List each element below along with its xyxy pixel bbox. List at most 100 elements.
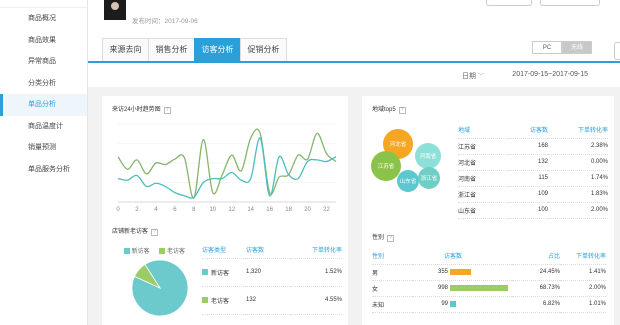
help-icon[interactable]: ? [151,229,159,236]
sidebar-item-sales-forecast[interactable]: 销量预测 [0,137,87,159]
product-thumbnail[interactable] [104,0,126,20]
side-drawer-handle[interactable] [614,42,620,60]
count-text: 998 [437,285,448,292]
region-bubble-chart: 河北省 河南省 江苏省 山东省 浙江省 [371,129,441,192]
trend-panel: 来访24小时趋势图? 0 2 4 6 8 10 12 14 16 18 20 22 [102,96,348,222]
x-tick-label: 18 [285,207,292,213]
sidebar: 商品概况 商品效果 异常商品 分类分析 单品分析 商品温度计 销量预测 单品服务… [0,0,88,325]
tab-promotion[interactable]: 促销分析 [240,38,287,62]
cell-count: 1,320 [246,269,262,275]
cell-rate: 1.52% [324,269,342,275]
cell-visitors: 168 [537,143,548,149]
sidebar-top-divider [0,0,87,8]
x-tick-label: 14 [247,207,254,213]
visitor-type-table: 访客类型 访客数 下单转化率 新访客 1,320 1.52% 老访客 132 4… [202,242,342,315]
bubble-label: 江苏省 [378,162,395,170]
tab-source[interactable]: 来源去向 [102,38,149,62]
gender-title: 性别? [372,232,395,242]
help-icon[interactable]: ? [387,235,395,242]
sidebar-item-effect[interactable]: 商品效果 [0,30,87,52]
cell-region: 河北省 [458,160,477,167]
table-row: 新访客 1,320 1.52% [202,258,342,286]
main-content: 发布时间：2017-09-06 来源去向 销售分析 访客分析 促销分析 PC 无… [88,0,620,325]
gender-bar [450,300,456,307]
sidebar-item-category[interactable]: 分类分析 [0,73,87,95]
region-title-text: 地域top5 [372,107,396,113]
x-tick-label: 10 [209,207,216,213]
count-text: 355 [437,269,448,276]
tab-sales[interactable]: 销售分析 [148,38,195,62]
trend-series-line-1 [117,128,337,199]
region-panel: 地域top5? 河北省 河南省 江苏省 山东省 浙江省 地域 访客数 下单转化率… [362,96,614,222]
help-icon[interactable]: ? [398,107,406,114]
tab-visitors[interactable]: 访客分析 [194,38,241,62]
col-region: 地域 [458,128,471,135]
x-tick-label: 16 [266,207,273,213]
trend-chart: 0 2 4 6 8 10 12 14 16 18 20 22 [116,123,337,213]
cell-count: 99 [412,296,512,312]
x-tick-label: 12 [228,207,235,213]
table-row: 男 355 24.45% 1.41% [372,264,606,280]
cell-visitors: 109 [537,191,548,197]
cell-visitors: 132 [537,159,548,165]
col-count: 访客数 [246,248,265,255]
cell-rate: 4.55% [324,297,342,303]
cell-visitors: 100 [537,207,548,213]
legend-old: 老访客 [167,249,186,255]
cell-rate: 1.74% [590,175,608,181]
analysis-tabs: 来源去向 销售分析 访客分析 促销分析 [102,38,287,62]
region-title: 地域top5? [372,104,406,114]
sidebar-item-single-product[interactable]: 单品分析 [0,94,87,116]
sidebar-item-thermometer[interactable]: 商品温度计 [0,116,87,138]
x-tick-label: 0 [116,207,120,213]
legend-swatch-old [159,248,166,255]
table-row: 河南省 115 1.74% [458,170,608,186]
cell-type: 新访客 [202,258,246,286]
device-pc-button[interactable]: PC [532,41,562,54]
date-filter[interactable]: 日期 ﹀ [462,71,484,81]
visitor-type-title-text: 店铺新老访客 [112,229,149,235]
bubble-label: 浙江省 [421,174,438,182]
col-type: 访客类型 [202,248,227,255]
x-tick-label: 20 [304,207,311,213]
swatch-new [202,268,208,275]
col-rate: 下单转化率 [575,254,606,261]
cell-type-text: 新访客 [211,270,230,277]
header-action-button-2[interactable] [540,0,600,6]
region-table: 地域 访客数 下单转化率 江苏省 168 2.38% 河北省 132 0.00% 河南省… [458,122,608,219]
bubble-label: 山东省 [400,177,417,185]
cell-rate: 1.01% [588,301,606,307]
table-row: 老访客 132 4.55% [202,286,342,314]
cell-rate: 1.41% [588,269,606,275]
table-row: 河北省 132 0.00% [458,154,608,170]
table-row: 山东省 100 2.00% [458,202,608,218]
legend-new: 新访客 [131,249,150,255]
chevron-down-icon: ﹀ [477,74,484,80]
legend-swatch-new [124,248,130,255]
cell-type: 老访客 [202,286,246,314]
cell-gender: 男 [372,270,379,277]
x-tick-label: 4 [154,207,158,213]
cell-type-text: 老访客 [211,298,230,305]
col-rate: 下单转化率 [577,128,608,135]
date-range: 2017-09-15~2017-09-15 [512,71,588,78]
pie-legend: 新访客 老访客 [124,246,185,255]
header-action-button-1[interactable] [486,0,532,6]
cell-count: 132 [246,297,257,303]
date-label: 日期 [462,73,476,80]
device-wireless-button[interactable]: 无线 [562,41,592,54]
cell-share: 68.73% [539,285,560,291]
sidebar-menu: 商品概况 商品效果 异常商品 分类分析 单品分析 商品温度计 销量预测 单品服务… [0,8,87,180]
table-header: 地域 访客数 下单转化率 [458,122,608,138]
sidebar-item-service[interactable]: 单品服务分析 [0,159,87,181]
cell-region: 浙江省 [458,192,477,199]
cell-share: 24.45% [539,269,560,275]
x-tick-label: 6 [173,207,177,213]
gender-panel: 性别? 性别 访客数 占比 下单转化率 男 355 24.45% 1.41% 女… [362,222,614,325]
sidebar-item-overview[interactable]: 商品概况 [0,8,87,30]
bubble-label: 河南省 [420,152,437,160]
sidebar-item-abnormal[interactable]: 异常商品 [0,51,87,73]
cell-rate: 2.00% [590,207,608,213]
cell-gender: 未知 [372,302,385,309]
x-tick-label: 2 [135,207,139,213]
